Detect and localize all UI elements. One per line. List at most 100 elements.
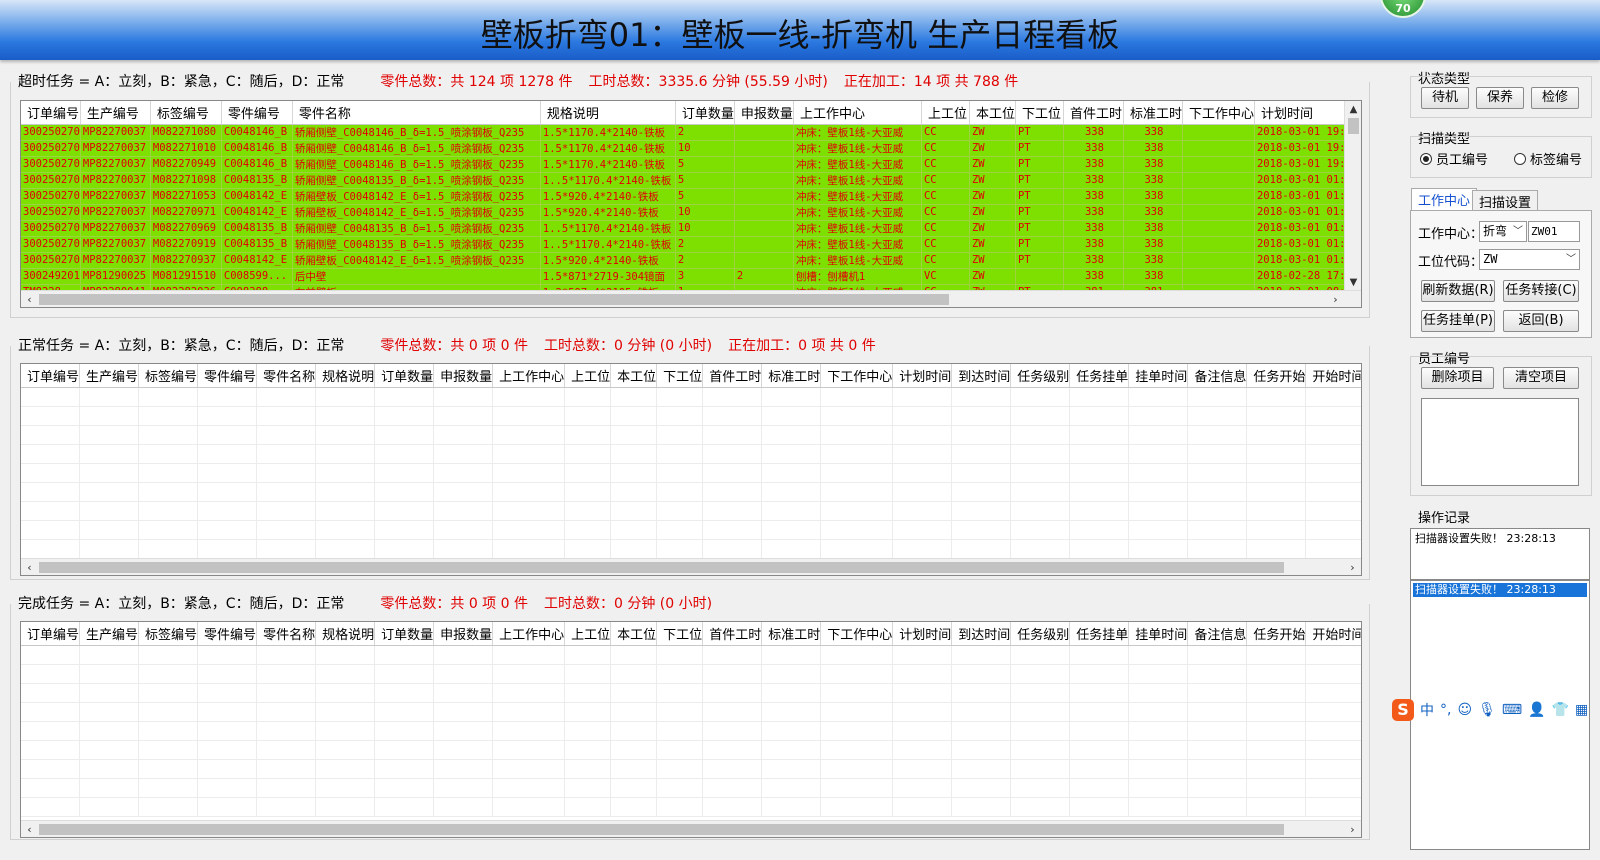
normal-horizontal-scrollbar[interactable]: ‹ › xyxy=(21,558,1361,575)
column-header[interactable]: 任务开始 xyxy=(1246,364,1307,388)
delete-item-button[interactable]: 删除项目 xyxy=(1421,367,1494,389)
station-code-select[interactable]: ZW ﹀ xyxy=(1479,249,1580,270)
column-header[interactable]: 挂单时间 xyxy=(1128,364,1189,388)
column-header[interactable]: 零件编号 xyxy=(197,364,258,388)
overdue-vertical-scrollbar[interactable]: ▲ ▼ xyxy=(1344,101,1361,291)
column-header[interactable]: 申报数量 xyxy=(433,622,494,646)
column-header[interactable]: 上工位 xyxy=(564,622,612,646)
column-header[interactable]: 任务开始 xyxy=(1246,622,1307,646)
column-header[interactable]: 首件工时 xyxy=(702,364,763,388)
column-header[interactable]: 开始时间 xyxy=(1305,364,1361,388)
emoji-icon[interactable]: ☺ xyxy=(1457,702,1472,718)
column-header[interactable]: 订单数量 xyxy=(374,364,435,388)
column-header[interactable]: 申报数量 xyxy=(433,364,494,388)
column-header[interactable]: 订单编号 xyxy=(21,364,81,388)
workcenter-code-input[interactable]: ZW01 xyxy=(1528,221,1580,242)
scroll-right-icon[interactable]: › xyxy=(1344,559,1361,575)
column-header[interactable]: 挂单时间 xyxy=(1128,622,1189,646)
column-header[interactable]: 标准工时 xyxy=(761,364,822,388)
shirt-icon[interactable]: 👕 xyxy=(1552,702,1569,718)
column-header[interactable]: 计划时间 xyxy=(892,364,953,388)
column-header[interactable]: 零件编号 xyxy=(197,622,258,646)
overdue-task-grid[interactable]: 订单编号 生产编号 标签编号 零件编号 零件名称 规格说明 订单数量 申报数量 上工作中心 上工位… xyxy=(20,100,1362,308)
column-header[interactable]: 上工作中心 xyxy=(793,101,922,125)
column-header[interactable]: 本工位 xyxy=(610,364,658,388)
column-header[interactable]: 规格说明 xyxy=(315,364,376,388)
column-header[interactable]: 备注信息 xyxy=(1187,622,1248,646)
column-header[interactable]: 申报数量 xyxy=(734,101,794,125)
scroll-thumb[interactable] xyxy=(39,562,1284,573)
employee-number-list[interactable] xyxy=(1421,398,1579,486)
column-header[interactable]: 生产编号 xyxy=(79,622,140,646)
task-hang-button[interactable]: 任务挂单(P) xyxy=(1421,310,1495,332)
column-header[interactable]: 计划时间 xyxy=(1254,101,1353,125)
column-header[interactable]: 标准工时 xyxy=(761,622,822,646)
column-header[interactable]: 到达时间 xyxy=(951,622,1012,646)
column-header[interactable]: 零件名称 xyxy=(256,364,317,388)
scroll-thumb[interactable] xyxy=(39,294,949,305)
column-header[interactable]: 任务级别 xyxy=(1010,622,1071,646)
clear-items-button[interactable]: 清空项目 xyxy=(1503,367,1579,389)
column-header[interactable]: 下工作中心 xyxy=(820,622,894,646)
scroll-up-icon[interactable]: ▲ xyxy=(1345,101,1361,118)
sogou-logo-icon[interactable]: S xyxy=(1392,699,1414,721)
column-header[interactable]: 上工作中心 xyxy=(492,622,566,646)
column-header[interactable]: 标准工时 xyxy=(1123,101,1183,125)
column-header[interactable]: 生产编号 xyxy=(80,101,151,125)
scroll-left-icon[interactable]: ‹ xyxy=(21,291,38,307)
column-header[interactable]: 任务挂单 xyxy=(1069,622,1130,646)
column-header[interactable]: 上工位 xyxy=(564,364,612,388)
column-header[interactable]: 备注信息 xyxy=(1187,364,1248,388)
radio-tag-number[interactable]: 标签编号 xyxy=(1514,149,1582,168)
ime-punctuation-toggle[interactable]: °, xyxy=(1440,702,1451,718)
column-header[interactable]: 首件工时 xyxy=(1063,101,1124,125)
done-task-grid[interactable]: 订单编号 生产编号 标签编号 零件编号 零件名称 规格说明 订单数量 申报数量 上工作中心 上工位… xyxy=(20,621,1362,838)
table-row[interactable]: 300250270 MP82270037 M082271010 C0048146_B 轿… xyxy=(21,140,1353,157)
column-header[interactable]: 零件编号 xyxy=(221,101,293,125)
column-header[interactable]: 开始时间 xyxy=(1305,622,1361,646)
ime-toolbar[interactable]: S 中 °, ☺ 🎙 ⌨ 👤 👕 ▦ xyxy=(1392,698,1592,722)
column-header[interactable]: 订单编号 xyxy=(21,101,81,125)
column-header[interactable]: 零件名称 xyxy=(256,622,317,646)
overdue-horizontal-scrollbar[interactable]: ‹ › xyxy=(21,290,1361,307)
column-header[interactable]: 标签编号 xyxy=(150,101,222,125)
tab-workcenter[interactable]: 工作中心 xyxy=(1411,188,1478,210)
scroll-right-icon[interactable]: › xyxy=(1344,821,1361,837)
scroll-thumb[interactable] xyxy=(1348,118,1359,134)
column-header[interactable]: 生产编号 xyxy=(79,364,140,388)
table-row[interactable]: 300250270 MP82270037 M082270971 C0048142_E 轿… xyxy=(21,204,1353,221)
column-header[interactable]: 下工作中心 xyxy=(820,364,894,388)
mic-icon[interactable]: 🎙 xyxy=(1478,702,1496,718)
operation-log-top[interactable]: 扫描器设置失败！ 23:28:13 xyxy=(1410,528,1590,580)
refresh-data-button[interactable]: 刷新数据(R) xyxy=(1421,280,1495,302)
table-row[interactable]: 300250270 MP82270037 M082270937 C0048142_E 轿… xyxy=(21,252,1353,269)
scroll-down-icon[interactable]: ▼ xyxy=(1345,274,1361,291)
column-header[interactable]: 订单数量 xyxy=(675,101,735,125)
done-horizontal-scrollbar[interactable]: ‹ › xyxy=(21,820,1361,837)
table-row[interactable]: 300249201 MP81290025 M081291510 C008599... 后… xyxy=(21,268,1353,285)
scroll-thumb[interactable] xyxy=(39,824,1284,835)
column-header[interactable]: 首件工时 xyxy=(702,622,763,646)
table-row[interactable]: 300250270 MP82270037 M082270949 C0048146_B 轿… xyxy=(21,156,1353,173)
table-row[interactable]: 300250270 MP82270037 M082271053 C0048142_E 轿… xyxy=(21,188,1353,205)
ime-language-toggle[interactable]: 中 xyxy=(1420,700,1434,720)
table-row[interactable]: 300250270 MP82270037 M082270919 C0048135_B 轿… xyxy=(21,236,1353,253)
column-header[interactable]: 上工作中心 xyxy=(492,364,566,388)
scroll-left-icon[interactable]: ‹ xyxy=(21,559,38,575)
column-header[interactable]: 标签编号 xyxy=(138,622,199,646)
task-transfer-button[interactable]: 任务转接(C) xyxy=(1503,280,1579,302)
column-header[interactable]: 任务挂单 xyxy=(1069,364,1130,388)
table-row[interactable]: 300250270 MP82270037 M082271098 C0048135_B 轿… xyxy=(21,172,1353,189)
standby-button[interactable]: 待机 xyxy=(1421,87,1469,109)
column-header[interactable]: 本工位 xyxy=(969,101,1016,125)
repair-button[interactable]: 检修 xyxy=(1531,87,1579,109)
grid-icon[interactable]: ▦ xyxy=(1575,702,1588,718)
column-header[interactable]: 下工作中心 xyxy=(1182,101,1255,125)
workcenter-select[interactable]: 折弯 ﹀ xyxy=(1479,221,1527,242)
column-header[interactable]: 本工位 xyxy=(610,622,658,646)
column-header[interactable]: 上工位 xyxy=(921,101,970,125)
column-header[interactable]: 规格说明 xyxy=(315,622,376,646)
column-header[interactable]: 规格说明 xyxy=(540,101,676,125)
log-entry-selected[interactable]: 扫描器设置失败！ 23:28:13 xyxy=(1413,583,1587,597)
column-header[interactable]: 下工位 xyxy=(656,622,704,646)
